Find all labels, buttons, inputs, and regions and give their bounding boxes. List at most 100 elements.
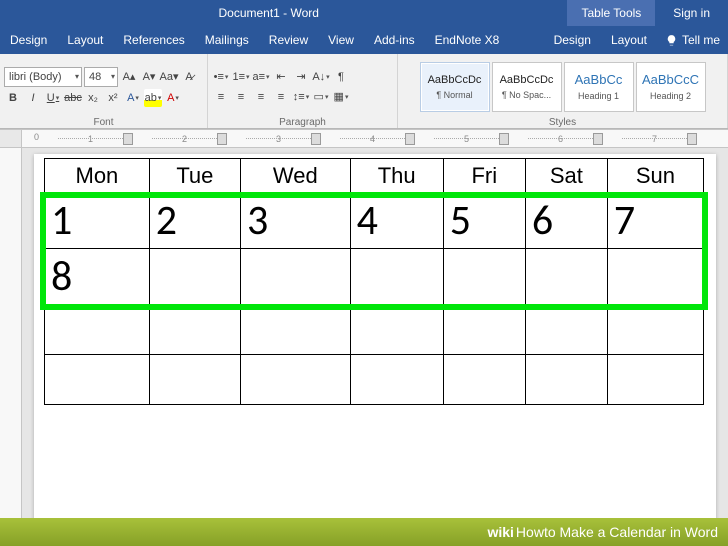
cell-r3-c6[interactable] <box>607 355 703 405</box>
clear-formatting-button[interactable]: A̷ <box>180 68 198 86</box>
styles-group-label: Styles <box>402 117 723 129</box>
cell-r2-c0[interactable] <box>45 305 150 355</box>
column-grip-6[interactable] <box>593 133 603 145</box>
day-header-thu[interactable]: Thu <box>350 159 443 193</box>
font-group-label: Font <box>4 117 203 129</box>
style--no-spac-[interactable]: AaBbCcDc¶ No Spac... <box>492 62 562 112</box>
column-grip-3[interactable] <box>311 133 321 145</box>
ribbon: libri (Body) 48 A▴ A▾ Aa▾ A̷ B I U abc x… <box>0 54 728 130</box>
change-case-button[interactable]: Aa▾ <box>160 68 178 86</box>
column-grip-7[interactable] <box>687 133 697 145</box>
cell-r2-c1[interactable] <box>149 305 240 355</box>
numbering-button[interactable]: 1≡ <box>232 68 250 86</box>
font-size-combo[interactable]: 48 <box>84 67 118 87</box>
cell-r2-c3[interactable] <box>350 305 443 355</box>
align-right-button[interactable]: ≡ <box>252 88 270 106</box>
style-heading-2[interactable]: AaBbCcCHeading 2 <box>636 62 706 112</box>
cell-r0-c6[interactable]: 7 <box>607 193 703 249</box>
cell-r2-c6[interactable] <box>607 305 703 355</box>
cell-r3-c5[interactable] <box>525 355 607 405</box>
align-left-button[interactable]: ≡ <box>212 88 230 106</box>
strikethrough-button[interactable]: abc <box>64 89 82 107</box>
vertical-ruler <box>0 148 22 546</box>
document-area: MonTueWedThuFriSatSun 1234567 8 wikiHow to… <box>0 148 728 546</box>
column-grip-4[interactable] <box>405 133 415 145</box>
tab-mailings[interactable]: Mailings <box>195 33 259 47</box>
cell-r0-c4[interactable]: 5 <box>443 193 525 249</box>
cell-r1-c0[interactable]: 8 <box>45 249 150 305</box>
increase-indent-button[interactable]: ⇥ <box>292 68 310 86</box>
cell-r0-c2[interactable]: 3 <box>240 193 350 249</box>
italic-button[interactable]: I <box>24 89 42 107</box>
tab-endnote-x8[interactable]: EndNote X8 <box>425 33 510 47</box>
cell-r2-c4[interactable] <box>443 305 525 355</box>
underline-button[interactable]: U <box>44 89 62 107</box>
tab-add-ins[interactable]: Add-ins <box>364 33 425 47</box>
sign-in-link[interactable]: Sign in <box>655 6 728 20</box>
cell-r1-c2[interactable] <box>240 249 350 305</box>
shading-button[interactable]: ▭ <box>312 88 330 106</box>
cell-r3-c0[interactable] <box>45 355 150 405</box>
column-grip-5[interactable] <box>499 133 509 145</box>
table-tools-label: Table Tools <box>567 0 655 26</box>
cell-r2-c5[interactable] <box>525 305 607 355</box>
bullets-button[interactable]: •≡ <box>212 68 230 86</box>
day-header-sun[interactable]: Sun <box>607 159 703 193</box>
lightbulb-icon <box>665 34 678 47</box>
font-color-button[interactable]: A <box>164 89 182 107</box>
tab-references[interactable]: References <box>113 33 194 47</box>
day-header-fri[interactable]: Fri <box>443 159 525 193</box>
day-header-mon[interactable]: Mon <box>45 159 150 193</box>
cell-r2-c2[interactable] <box>240 305 350 355</box>
cell-r3-c4[interactable] <box>443 355 525 405</box>
align-center-button[interactable]: ≡ <box>232 88 250 106</box>
line-spacing-button[interactable]: ↕≡ <box>292 88 310 106</box>
cell-r1-c5[interactable] <box>525 249 607 305</box>
style--normal[interactable]: AaBbCcDc¶ Normal <box>420 62 490 112</box>
cell-r1-c6[interactable] <box>607 249 703 305</box>
bold-button[interactable]: B <box>4 89 22 107</box>
cell-r0-c3[interactable]: 4 <box>350 193 443 249</box>
tell-me-search[interactable]: Tell me <box>657 33 728 47</box>
cell-r1-c1[interactable] <box>149 249 240 305</box>
sort-button[interactable]: A↓ <box>312 68 330 86</box>
superscript-button[interactable]: x² <box>104 89 122 107</box>
highlight-button[interactable]: ab <box>144 89 162 107</box>
cell-r3-c3[interactable] <box>350 355 443 405</box>
tab-view[interactable]: View <box>318 33 364 47</box>
cell-r0-c0[interactable]: 1 <box>45 193 150 249</box>
font-name-combo[interactable]: libri (Body) <box>4 67 82 87</box>
day-header-sat[interactable]: Sat <box>525 159 607 193</box>
text-effects-button[interactable]: A <box>124 89 142 107</box>
show-marks-button[interactable]: ¶ <box>332 68 350 86</box>
justify-button[interactable]: ≡ <box>272 88 290 106</box>
column-grip-2[interactable] <box>217 133 227 145</box>
table-tab-layout[interactable]: Layout <box>601 33 657 47</box>
cell-r1-c4[interactable] <box>443 249 525 305</box>
tab-design[interactable]: Design <box>0 33 57 47</box>
tab-review[interactable]: Review <box>259 33 318 47</box>
grow-font-button[interactable]: A▴ <box>120 68 138 86</box>
style-heading-1[interactable]: AaBbCcHeading 1 <box>564 62 634 112</box>
tab-layout[interactable]: Layout <box>57 33 113 47</box>
ribbon-tabs: DesignLayoutReferencesMailingsReviewView… <box>0 26 728 54</box>
table-tab-design[interactable]: Design <box>544 33 601 47</box>
cell-r3-c1[interactable] <box>149 355 240 405</box>
borders-button[interactable]: ▦ <box>332 88 350 106</box>
day-header-tue[interactable]: Tue <box>149 159 240 193</box>
watermark: wikiHow to Make a Calendar in Word <box>0 518 728 546</box>
multilevel-list-button[interactable]: a≡ <box>252 68 270 86</box>
cell-r0-c1[interactable]: 2 <box>149 193 240 249</box>
cell-r0-c5[interactable]: 6 <box>525 193 607 249</box>
subscript-button[interactable]: x₂ <box>84 89 102 107</box>
column-grip-1[interactable] <box>123 133 133 145</box>
calendar-table[interactable]: MonTueWedThuFriSatSun 1234567 8 <box>44 158 704 405</box>
document-title: Document1 - Word <box>0 6 567 20</box>
title-bar: Document1 - Word Table Tools Sign in <box>0 0 728 26</box>
day-header-wed[interactable]: Wed <box>240 159 350 193</box>
cell-r1-c3[interactable] <box>350 249 443 305</box>
page[interactable]: MonTueWedThuFriSatSun 1234567 8 <box>34 154 716 534</box>
decrease-indent-button[interactable]: ⇤ <box>272 68 290 86</box>
shrink-font-button[interactable]: A▾ <box>140 68 158 86</box>
cell-r3-c2[interactable] <box>240 355 350 405</box>
